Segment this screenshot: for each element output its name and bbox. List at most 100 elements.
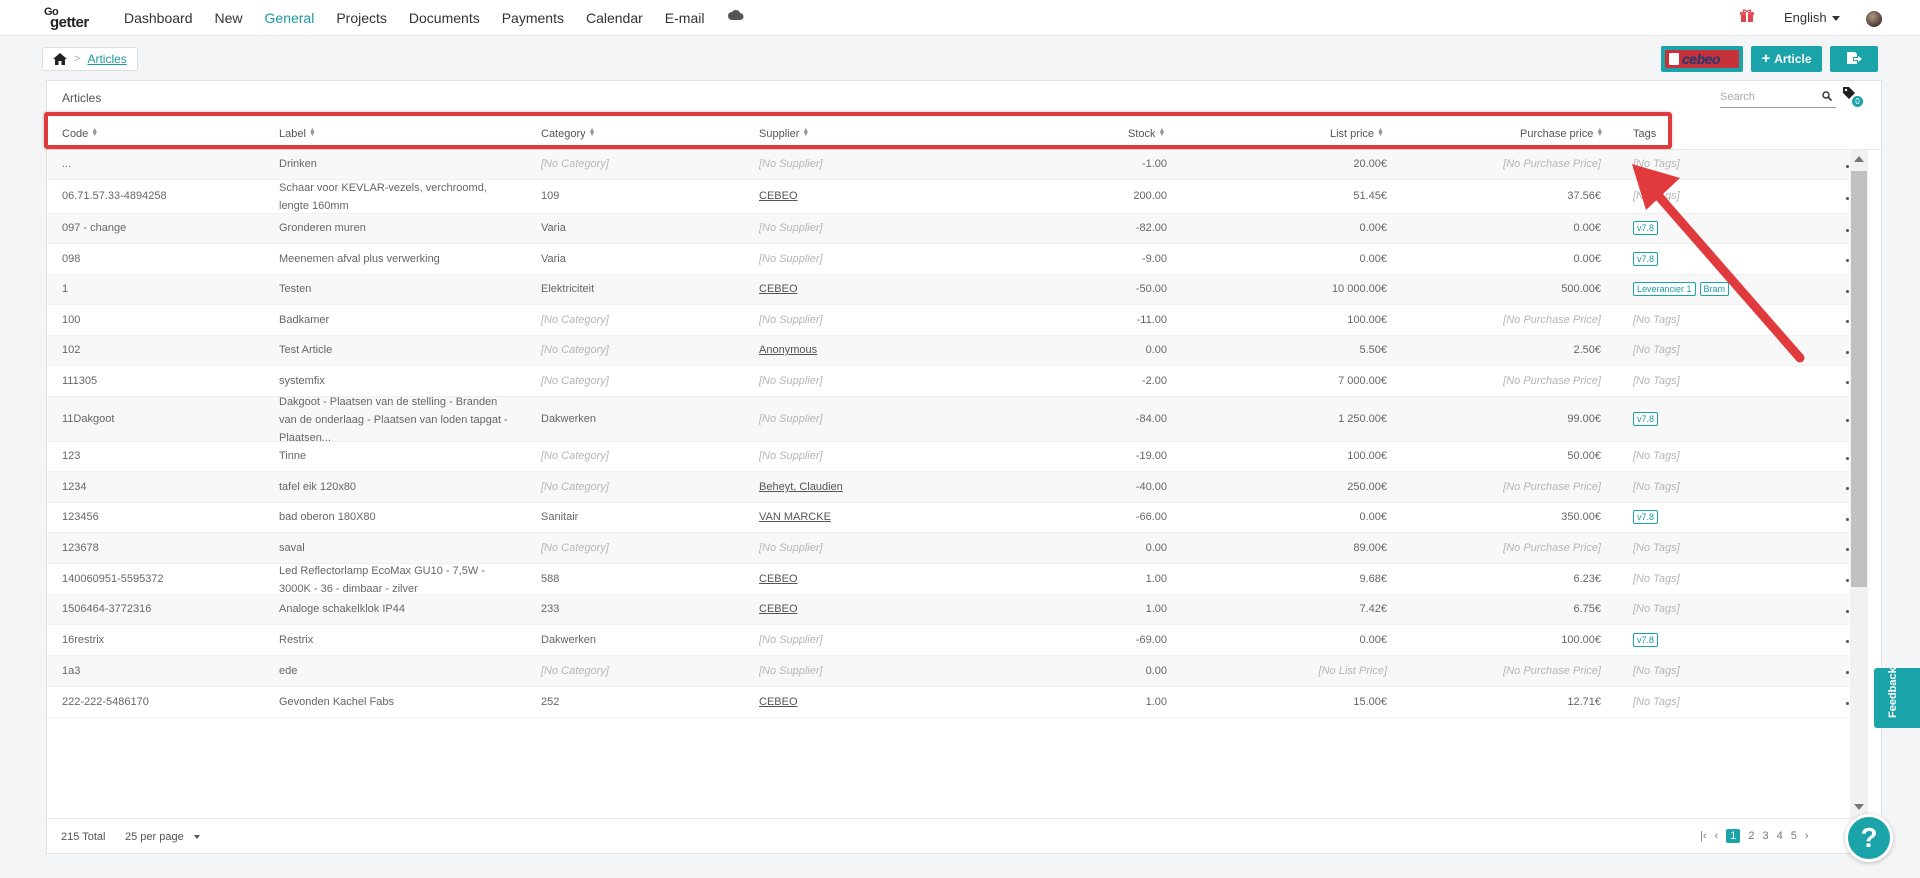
row-menu-icon[interactable] — [1846, 487, 1849, 490]
row-menu-icon[interactable] — [1846, 259, 1849, 262]
row-menu-icon[interactable] — [1846, 228, 1849, 232]
page-4-button[interactable]: 4 — [1777, 830, 1783, 842]
row-menu-icon[interactable] — [1846, 350, 1849, 354]
nav-item-e-mail[interactable]: E-mail — [665, 10, 705, 26]
table-row[interactable]: 123678 saval [No Category] [No Supplier] 0.0… — [47, 533, 1849, 564]
cell-stock: -40.00 — [1135, 481, 1167, 493]
supplier-link[interactable]: CEBEO — [759, 573, 798, 585]
breadcrumb-articles-link[interactable]: Articles — [87, 52, 126, 66]
cell-stock: -69.00 — [1135, 634, 1167, 646]
cell-category: Sanitair — [541, 511, 579, 523]
tag-badge[interactable]: v7.8 — [1633, 633, 1659, 647]
row-menu-icon[interactable] — [1846, 640, 1849, 643]
tag-badge[interactable]: Leverancier 1 — [1633, 282, 1696, 296]
table-row[interactable]: 1a3 ede [No Category] [No Supplier] 0.00 [No … — [47, 656, 1849, 687]
supplier-link[interactable]: VAN MARCKE — [759, 511, 831, 523]
nav-item-new[interactable]: New — [215, 10, 243, 26]
search-input[interactable] — [1720, 88, 1810, 103]
table-row[interactable]: 102 Test Article [No Category] Anonymous 0.0… — [47, 336, 1849, 366]
row-menu-icon[interactable] — [1846, 456, 1849, 460]
vertical-scrollbar[interactable] — [1850, 150, 1868, 818]
next-page-icon[interactable]: › — [1805, 830, 1809, 842]
table-row[interactable]: ... Drinken [No Category] [No Supplier] -1.0… — [47, 150, 1849, 180]
prev-page-icon[interactable]: ‹ — [1715, 830, 1719, 842]
first-page-icon[interactable]: |‹ — [1700, 830, 1707, 842]
table-row[interactable]: 1234 tafel eik 120x80 [No Category] Beheyt,… — [47, 472, 1849, 503]
row-menu-icon[interactable] — [1846, 579, 1849, 582]
supplier-link[interactable]: Anonymous — [759, 344, 817, 356]
page-3-button[interactable]: 3 — [1762, 830, 1768, 842]
table-row[interactable]: 06.71.57.33-4894258 Schaar voor KEVLAR-ve… — [47, 180, 1849, 214]
row-menu-icon[interactable] — [1846, 517, 1849, 521]
cebeo-import-button[interactable]: cebeo — [1661, 46, 1743, 72]
user-avatar[interactable] — [1866, 11, 1882, 27]
scrollbar-thumb[interactable] — [1851, 171, 1867, 587]
gift-icon[interactable] — [1740, 9, 1754, 23]
row-menu-icon[interactable] — [1846, 320, 1849, 323]
supplier-link[interactable]: CEBEO — [759, 603, 798, 615]
search-icon[interactable] — [1822, 91, 1832, 101]
table-row[interactable]: 16restrix Restrix Dakwerken [No Supplier] -6… — [47, 625, 1849, 656]
help-button[interactable]: ? — [1845, 814, 1893, 862]
export-button[interactable] — [1830, 46, 1878, 72]
page-2-button[interactable]: 2 — [1748, 830, 1754, 842]
supplier-link[interactable]: CEBEO — [759, 190, 798, 202]
table-row[interactable]: 098 Meenemen afval plus verwerking Varia [N… — [47, 244, 1849, 275]
row-menu-icon[interactable] — [1846, 609, 1849, 613]
home-icon[interactable] — [53, 53, 67, 65]
table-row[interactable]: 1506464-3772316 Analoge schakelklok IP44 2… — [47, 595, 1849, 625]
scroll-down-icon[interactable] — [1854, 804, 1864, 810]
table-row[interactable]: 11Dakgoot Dakgoot - Plaatsen van de stell… — [47, 396, 1849, 444]
feedback-tab[interactable]: Feedback — [1874, 667, 1920, 728]
nav-item-calendar[interactable]: Calendar — [586, 10, 643, 26]
column-header-code[interactable]: Code ▲ ▼ — [62, 127, 98, 140]
table-row[interactable]: 140060951-5595372 Led Reflectorlamp EcoMa… — [47, 564, 1849, 595]
row-menu-icon[interactable] — [1846, 164, 1849, 168]
row-menu-icon[interactable] — [1846, 289, 1849, 293]
gogetter-logo[interactable]: Go getter — [44, 6, 100, 31]
nav-item-general[interactable]: General — [265, 10, 315, 26]
tag-badge[interactable]: v7.8 — [1633, 221, 1659, 235]
cell-label: Gronderen muren — [279, 222, 366, 234]
table-row[interactable]: 1 Testen Elektriciteit CEBEO -50.00 10 000.00… — [47, 275, 1849, 305]
tag-badge[interactable]: v7.8 — [1633, 412, 1659, 426]
supplier-link[interactable]: CEBEO — [759, 283, 798, 295]
cell-purchase-price: [No Purchase Price] — [1503, 665, 1601, 677]
row-menu-icon[interactable] — [1846, 196, 1849, 200]
per-page-select[interactable]: 25 per page — [125, 831, 200, 843]
supplier-link[interactable]: CEBEO — [759, 696, 798, 708]
row-menu-icon[interactable] — [1846, 419, 1849, 422]
tag-badge[interactable]: v7.8 — [1633, 510, 1659, 524]
scroll-up-icon[interactable] — [1854, 156, 1864, 162]
cloud-icon[interactable] — [728, 8, 744, 23]
row-menu-icon[interactable] — [1846, 548, 1849, 551]
row-menu-icon[interactable] — [1846, 671, 1849, 674]
page-5-button[interactable]: 5 — [1791, 830, 1797, 842]
page-1-button[interactable]: 1 — [1726, 829, 1741, 843]
table-row[interactable]: 097 - change Gronderen muren Varia [No Supp… — [47, 214, 1849, 244]
supplier-link[interactable]: Beheyt, Claudien — [759, 481, 843, 493]
column-header-purchase-price[interactable]: Purchase price ▲ ▼ — [1520, 127, 1603, 140]
language-selector[interactable]: English — [1784, 10, 1840, 25]
tag-filter-button[interactable]: 0 — [1842, 86, 1863, 107]
column-header-supplier[interactable]: Supplier ▲ ▼ — [759, 127, 809, 140]
add-article-button[interactable]: + Article — [1751, 46, 1822, 72]
nav-item-projects[interactable]: Projects — [336, 10, 387, 26]
table-row[interactable]: 100 Badkamer [No Category] [No Supplier] -11… — [47, 305, 1849, 336]
cell-purchase-price: 37.56€ — [1567, 190, 1601, 202]
tag-badge[interactable]: Bram — [1699, 282, 1730, 296]
row-menu-icon[interactable] — [1846, 381, 1849, 384]
column-header-category[interactable]: Category ▲ ▼ — [541, 127, 596, 140]
column-header-list-price[interactable]: List price ▲ ▼ — [1330, 127, 1384, 140]
nav-item-documents[interactable]: Documents — [409, 10, 480, 26]
tag-badge[interactable]: v7.8 — [1633, 252, 1659, 266]
table-row[interactable]: 222-222-5486170 Gevonden Kachel Fabs 252 CE… — [47, 687, 1849, 718]
row-menu-icon[interactable] — [1846, 702, 1849, 705]
nav-item-dashboard[interactable]: Dashboard — [124, 10, 193, 26]
column-header-stock[interactable]: Stock ▲ ▼ — [1128, 127, 1165, 140]
nav-item-payments[interactable]: Payments — [502, 10, 564, 26]
sort-icon: ▲ ▼ — [308, 127, 316, 138]
table-row[interactable]: 123456 bad oberon 180X80 Sanitair VAN MARCK… — [47, 503, 1849, 533]
column-header-label[interactable]: Label ▲ ▼ — [279, 127, 316, 140]
table-row[interactable]: 123 Tinne [No Category] [No Supplier] -19.00… — [47, 442, 1849, 472]
